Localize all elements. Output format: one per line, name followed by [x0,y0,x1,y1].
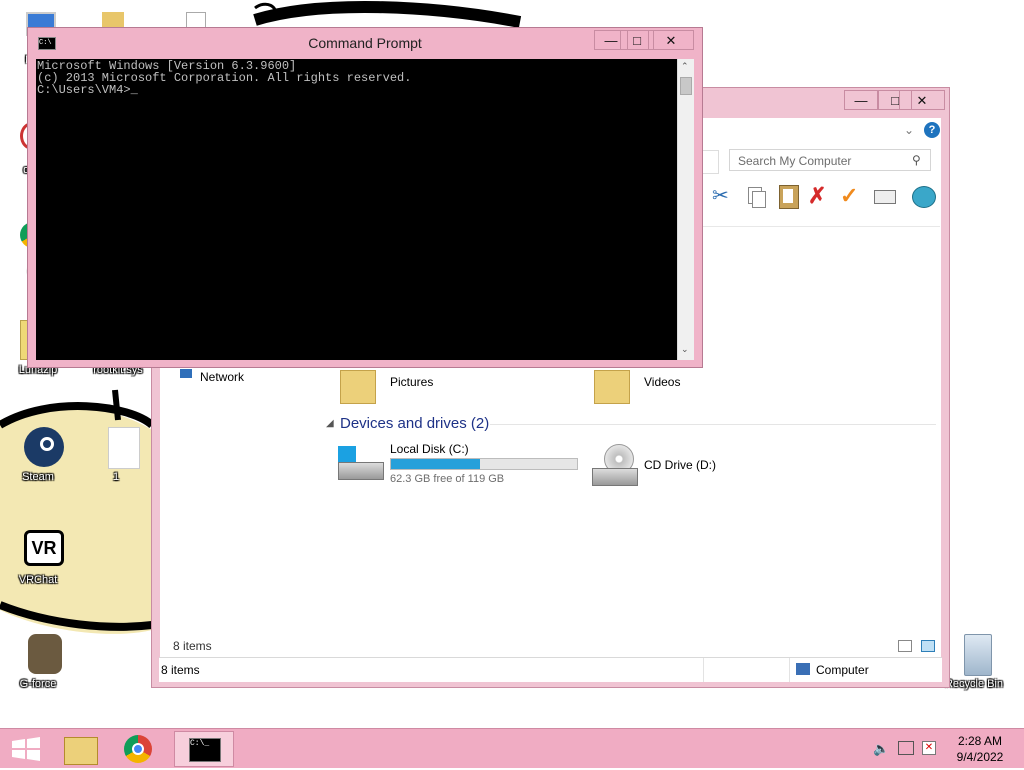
folder-videos[interactable]: Videos [644,375,680,389]
steam-icon [16,425,64,469]
copy-icon[interactable] [744,183,768,209]
status-location: Computer [816,663,869,677]
globe-icon[interactable] [910,183,936,209]
clock-date: 9/4/2022 [956,750,1004,764]
devices-header[interactable]: Devices and drives (2) [340,415,489,432]
taskbar-command-prompt[interactable]: C:\_ [174,731,234,767]
search-input[interactable]: Search My Computer ⚲ [729,149,931,171]
network-status-icon[interactable] [898,741,914,755]
paste-icon[interactable] [776,183,800,209]
collapse-arrow-icon[interactable]: ◢ [326,418,334,429]
desktop-icon-gforce[interactable]: G-force [8,632,68,690]
desktop-icon-label: VRChat [18,574,58,586]
search-placeholder: Search My Computer [738,154,852,168]
volume-muted-icon[interactable]: 🔈 [873,741,889,757]
file-icon [94,425,140,469]
desktop-icon-label: Recycle Bin [944,678,1004,690]
cut-icon[interactable]: ✂ [712,183,736,209]
desktop-icon-label: Steam [22,471,54,483]
desktop-icon-label: G-force [19,678,57,690]
vertical-scrollbar[interactable]: ⌃ ⌄ [677,59,694,360]
recycle-bin-icon [952,632,996,676]
details-view-icon[interactable] [898,640,912,652]
refresh-button[interactable] [703,150,719,174]
desktop-icon-file-1[interactable]: 1 [86,425,146,483]
desktop-icon-label: 1 [112,471,120,483]
pictures-folder-icon [338,366,376,404]
scroll-thumb[interactable] [680,77,692,95]
status-bar: 8 items Computer [159,657,942,682]
scroll-down-icon[interactable]: ⌄ [681,344,689,355]
cd-drive-icon [590,442,638,488]
folder-icon [64,737,98,765]
taskbar-file-explorer[interactable] [54,731,110,767]
gforce-icon [16,632,62,676]
status-items: 8 items [161,663,200,677]
search-icon: ⚲ [912,153,921,167]
windows-logo-icon [12,737,40,761]
folder-pictures[interactable]: Pictures [390,375,433,389]
drive-name-d[interactable]: CD Drive (D:) [644,458,716,472]
taskbar: C:\_ 🔈 ✕ 2:28 AM 9/4/2022 [0,728,1024,768]
console-prompt-line: C:\Users\VM4>_ [37,83,138,97]
clock-time: 2:28 AM [957,734,1003,748]
drive-usage-fill [391,459,481,469]
minimize-button[interactable]: — [844,90,878,110]
close-button[interactable]: ✕ [648,30,694,50]
drive-name-c[interactable]: Local Disk (C:) [390,442,469,456]
close-button[interactable]: ✕ [899,90,945,110]
cmd-icon: C:\_ [189,738,221,762]
vrchat-icon: VR [16,528,64,572]
check-icon[interactable]: ✓ [840,183,864,209]
help-icon[interactable]: ? [924,122,940,138]
network-icon [178,369,194,383]
items-count: 8 items [173,639,212,653]
computer-small-icon [796,663,810,675]
drive-free-text: 62.3 GB free of 119 GB [390,473,505,485]
taskbar-chrome[interactable] [112,731,168,767]
scroll-up-icon[interactable]: ⌃ [681,61,689,72]
tiles-view-icon[interactable] [921,640,935,652]
nav-network[interactable]: Network [200,370,244,384]
desktop-icon-steam[interactable]: Steam [8,425,68,483]
action-center-icon[interactable]: ✕ [922,741,936,755]
desktop-icon-recycle-bin[interactable]: Recycle Bin [944,632,1004,690]
delete-icon[interactable]: ✗ [808,183,832,209]
start-button[interactable] [0,731,56,767]
clock[interactable]: 2:28 AM 9/4/2022 [950,733,1010,765]
local-disk-icon [336,444,384,484]
drive-usage-bar [390,458,578,470]
chevron-down-icon[interactable]: ⌄ [904,123,914,137]
command-prompt-window[interactable]: Command Prompt C:\ — □ ✕ Microsoft Windo… [27,27,703,368]
cmd-icon: C:\ [38,37,56,50]
desktop-icon-vrchat[interactable]: VR VRChat [8,528,68,586]
rename-icon[interactable] [872,183,896,209]
videos-folder-icon [592,366,630,404]
console-output[interactable]: Microsoft Windows [Version 6.3.9600] (c) … [36,59,677,360]
